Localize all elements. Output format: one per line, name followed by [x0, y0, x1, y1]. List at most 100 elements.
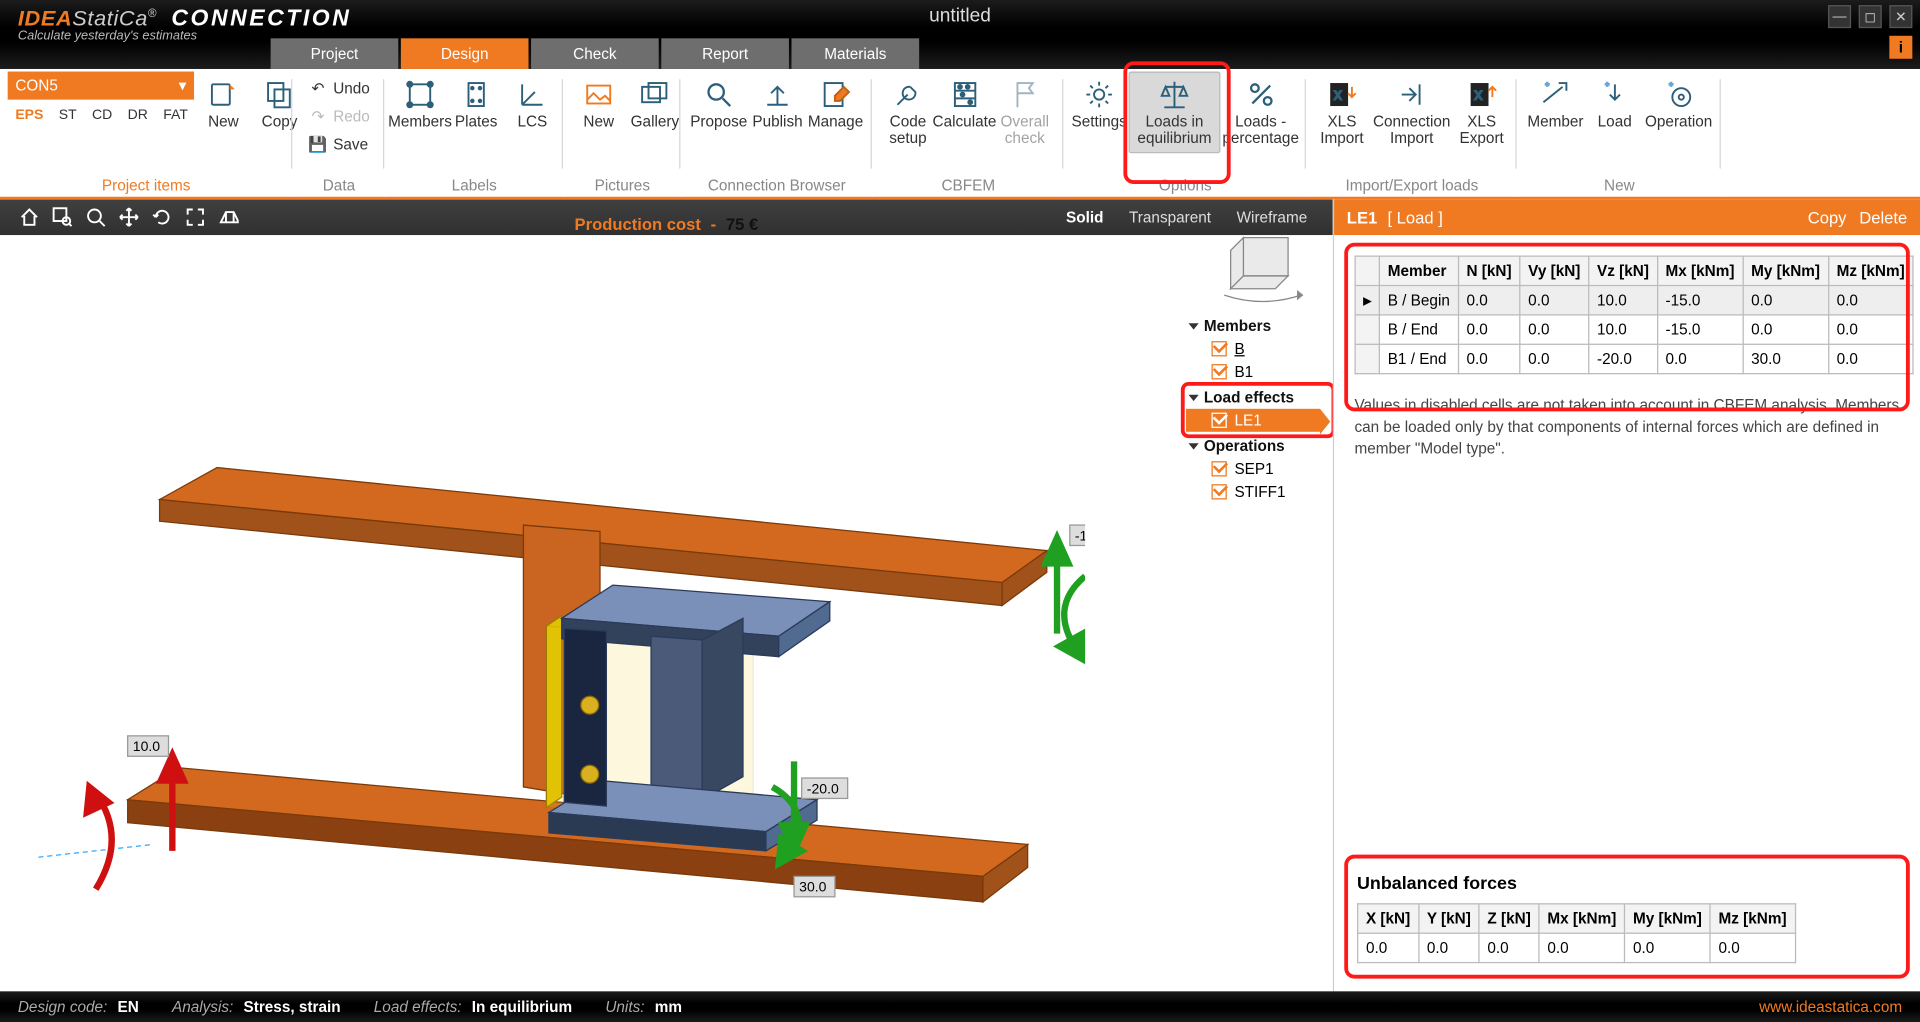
- copy-icon: [263, 78, 296, 111]
- svg-text:X: X: [1474, 91, 1482, 103]
- tree-item-sep1[interactable]: SEP1: [1186, 457, 1320, 480]
- flag-icon: [1008, 78, 1041, 111]
- propose-button[interactable]: Propose: [689, 72, 748, 137]
- loads-equilibrium-button[interactable]: Loads in equilibrium: [1129, 72, 1221, 154]
- picture-new-button[interactable]: New: [572, 72, 626, 137]
- settings-button[interactable]: Settings: [1072, 72, 1126, 137]
- prop-copy-button[interactable]: Copy: [1808, 208, 1847, 227]
- publish-button[interactable]: Publish: [751, 72, 805, 137]
- tree-group-load-effects[interactable]: Load effects: [1186, 386, 1320, 409]
- maximize-button[interactable]: ◻: [1859, 5, 1882, 28]
- prop-delete-button[interactable]: Delete: [1859, 208, 1907, 227]
- ribbon-group-new: Member Load Operation New: [1518, 69, 1722, 197]
- tab-materials[interactable]: Materials: [791, 38, 919, 69]
- table-row[interactable]: ▸ B / Begin 0.0 0.0 10.0 -15.0 0.0 0.0: [1355, 286, 1913, 315]
- plates-label-button[interactable]: Plates: [449, 72, 503, 137]
- document-title: untitled: [929, 5, 991, 27]
- overall-check-button[interactable]: Overall check: [994, 72, 1056, 154]
- subtab-st[interactable]: ST: [54, 105, 82, 125]
- svg-text:-15.0: -15.0: [1075, 527, 1085, 543]
- code-setup-button[interactable]: Code setup: [881, 72, 935, 154]
- member-icon: [403, 78, 436, 111]
- new-member-icon: [1539, 78, 1572, 111]
- balance-icon: [1158, 78, 1191, 111]
- members-label-button[interactable]: Members: [393, 72, 447, 137]
- undo-button[interactable]: ↶Undo: [301, 74, 376, 102]
- xls-import-button[interactable]: XXLS Import: [1315, 72, 1369, 154]
- tree-group-members[interactable]: Members: [1186, 314, 1320, 337]
- save-icon: 💾: [308, 134, 328, 154]
- mode-solid[interactable]: Solid: [1053, 208, 1116, 226]
- chevron-down-icon: ▾: [179, 77, 187, 95]
- picture-gallery-button[interactable]: Gallery: [628, 72, 682, 137]
- viewport-3d[interactable]: Solid Transparent Wireframe Production c…: [0, 199, 1333, 991]
- properties-header: LE1 [ Load ] Copy Delete: [1334, 199, 1920, 235]
- fullscreen-button[interactable]: [179, 203, 212, 231]
- connection-selector[interactable]: CON5▾: [8, 72, 194, 100]
- subtab-cd[interactable]: CD: [87, 105, 117, 125]
- redo-button[interactable]: ↷Redo: [301, 102, 376, 130]
- tab-report[interactable]: Report: [661, 38, 789, 69]
- new-item-button[interactable]: New: [197, 72, 251, 137]
- lcs-label-button[interactable]: LCS: [506, 72, 560, 137]
- loads-table[interactable]: Member N [kN] Vy [kN] Vz [kN] Mx [kNm] M…: [1354, 256, 1913, 375]
- checkbox-icon: [1211, 413, 1226, 428]
- checkbox-icon: [1211, 364, 1226, 379]
- search-icon: [702, 78, 735, 111]
- wrench-icon: [891, 78, 924, 111]
- tab-check[interactable]: Check: [531, 38, 659, 69]
- connection-import-button[interactable]: Connection Import: [1372, 72, 1452, 154]
- picture-new-icon: [582, 78, 615, 111]
- tree-item-le1[interactable]: LE1: [1186, 409, 1320, 432]
- info-button[interactable]: i: [1889, 36, 1912, 59]
- tree-item-stiff1[interactable]: STIFF1: [1186, 480, 1320, 503]
- subtab-eps[interactable]: EPS: [10, 105, 48, 125]
- tree-group-operations[interactable]: Operations: [1186, 434, 1320, 457]
- ribbon: CON5▾ EPS ST CD DR FAT New Copy Project …: [0, 69, 1920, 199]
- table-row: 0.0 0.0 0.0 0.0 0.0 0.0: [1358, 933, 1795, 962]
- home-view-button[interactable]: [13, 203, 46, 231]
- brand-idea: IDEA: [18, 6, 72, 30]
- main-tabs: Project Design Check Report Materials: [271, 38, 922, 69]
- perspective-button[interactable]: [212, 203, 245, 231]
- properties-panel: LE1 [ Load ] Copy Delete Member N [kN] V…: [1333, 199, 1920, 991]
- mode-transparent[interactable]: Transparent: [1116, 208, 1224, 226]
- pan-button[interactable]: [112, 203, 145, 231]
- website-link[interactable]: www.ideastatica.com: [1759, 998, 1902, 1016]
- svg-text:30.0: 30.0: [799, 879, 826, 895]
- percent-icon: [1244, 78, 1277, 111]
- zoom-window-button[interactable]: [46, 203, 79, 231]
- gear-icon: [1083, 78, 1116, 111]
- navigation-cube[interactable]: [1218, 218, 1307, 307]
- ribbon-group-options: Settings Loads in equilibrium Loads - pe…: [1065, 69, 1308, 197]
- subtab-fat[interactable]: FAT: [158, 105, 193, 125]
- tab-project[interactable]: Project: [271, 38, 399, 69]
- new-load-button[interactable]: Load: [1588, 72, 1642, 137]
- loads-percentage-button[interactable]: Loads - percentage: [1223, 72, 1298, 154]
- manage-icon: [819, 78, 852, 111]
- new-member-button[interactable]: Member: [1526, 72, 1586, 137]
- new-icon: [207, 78, 240, 111]
- lcs-icon: [516, 78, 549, 111]
- xls-export-button[interactable]: XXLS Export: [1454, 72, 1509, 154]
- row-selector-icon: ▸: [1355, 286, 1379, 315]
- xls-export-icon: X: [1465, 78, 1498, 111]
- manage-button[interactable]: Manage: [807, 72, 864, 137]
- save-button[interactable]: 💾Save: [301, 130, 376, 158]
- tree-item-b1[interactable]: B1: [1186, 360, 1320, 383]
- new-operation-button[interactable]: Operation: [1644, 72, 1713, 137]
- checkbox-icon: [1211, 341, 1226, 356]
- table-row[interactable]: B / End 0.0 0.0 10.0 -15.0 0.0 0.0: [1355, 315, 1913, 344]
- checkbox-icon: [1211, 461, 1226, 476]
- subtab-dr[interactable]: DR: [123, 105, 153, 125]
- zoom-button[interactable]: [79, 203, 112, 231]
- conn-import-icon: [1395, 78, 1428, 111]
- close-button[interactable]: ✕: [1889, 5, 1912, 28]
- calculate-button[interactable]: Calculate: [938, 72, 992, 137]
- tree-item-b[interactable]: B: [1186, 337, 1320, 360]
- table-row[interactable]: B1 / End 0.0 0.0 -20.0 0.0 30.0 0.0: [1355, 344, 1913, 373]
- rotate-button[interactable]: [146, 203, 179, 231]
- minimize-button[interactable]: —: [1828, 5, 1851, 28]
- tab-design[interactable]: Design: [401, 38, 529, 69]
- redo-icon: ↷: [308, 106, 328, 126]
